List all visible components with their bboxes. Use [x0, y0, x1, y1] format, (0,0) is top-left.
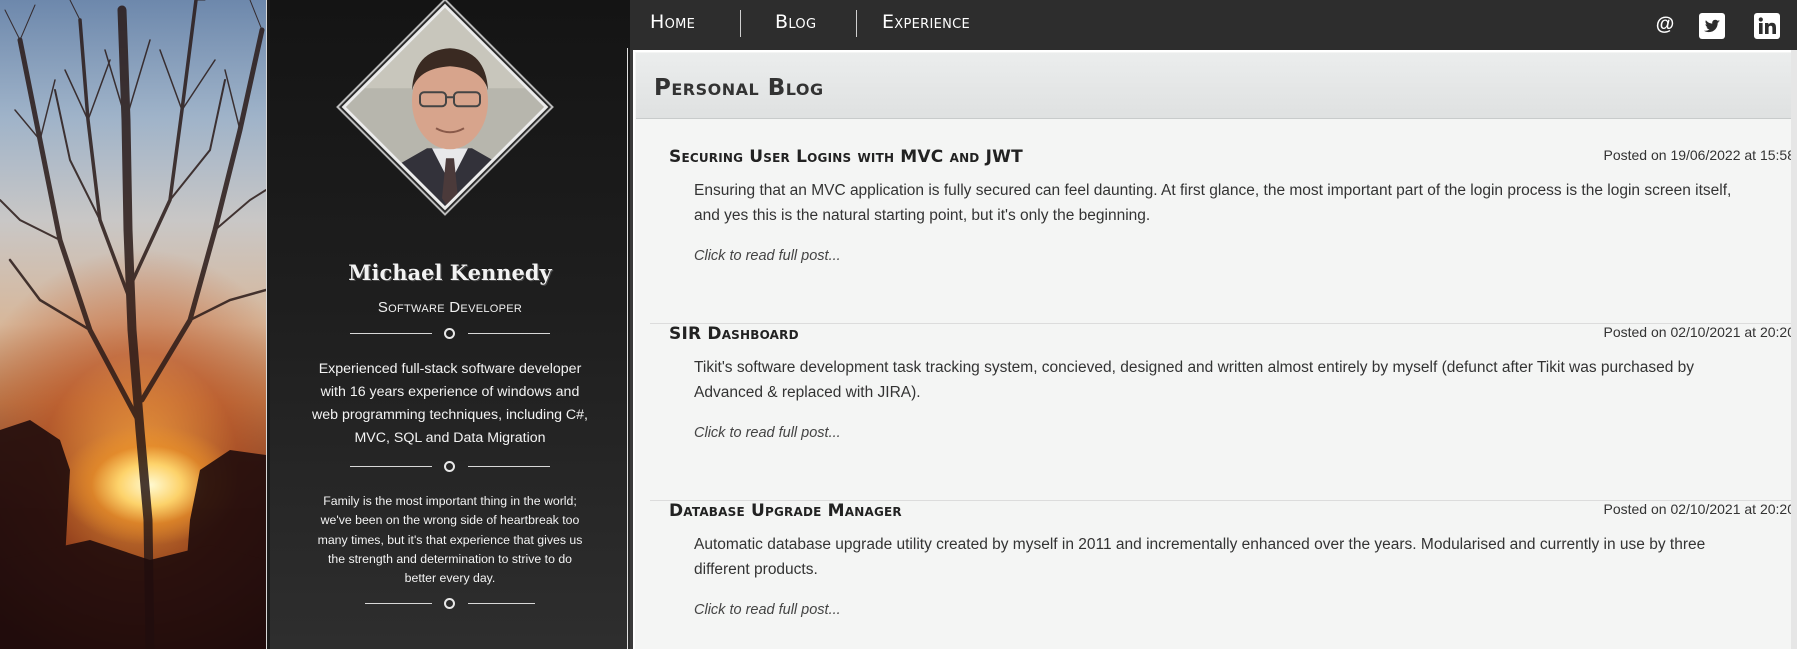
- blog-post[interactable]: Securing User Logins with MVC and JWT Po…: [650, 147, 1797, 324]
- profile-name: Michael Kennedy: [348, 260, 552, 285]
- avatar: [341, 3, 549, 211]
- nav-separator: [856, 10, 857, 37]
- top-nav: Home Blog Experience @: [630, 0, 1797, 50]
- post-summary: Automatic database upgrade utility creat…: [694, 536, 1706, 578]
- scrollbar[interactable]: [1791, 50, 1797, 649]
- blog-header: Personal Blog: [636, 53, 1794, 119]
- profile-bio: Experienced full-stack software develope…: [311, 361, 589, 446]
- nav-blog[interactable]: Blog: [775, 11, 816, 33]
- email-icon[interactable]: @: [1652, 12, 1678, 38]
- profile-role: Software Developer: [377, 299, 523, 316]
- blog-post[interactable]: SIR Dashboard Posted on 02/10/2021 at 20…: [650, 324, 1797, 501]
- nav-separator: [740, 10, 741, 37]
- profile-quote: Family is the most important thing in th…: [317, 494, 583, 586]
- post-summary: Ensuring that an MVC application is full…: [694, 182, 1732, 224]
- tree-silhouette: [0, 0, 266, 649]
- blog-title: Personal Blog: [654, 75, 824, 101]
- blog-panel: Personal Blog Securing User Logins with …: [627, 48, 1797, 649]
- divider: [270, 598, 630, 610]
- post-title[interactable]: SIR Dashboard: [669, 324, 799, 344]
- post-title[interactable]: Securing User Logins with MVC and JWT: [669, 147, 1023, 167]
- linkedin-icon[interactable]: [1754, 13, 1780, 39]
- post-date: Posted on 19/06/2022 at 15:58: [1603, 147, 1796, 163]
- post-date: Posted on 02/10/2021 at 20:20: [1603, 324, 1796, 340]
- read-more-link[interactable]: Click to read full post...: [694, 248, 841, 264]
- profile-photo: [341, 3, 549, 211]
- post-summary: Tikit's software development task tracki…: [694, 359, 1694, 401]
- twitter-icon[interactable]: [1699, 13, 1725, 39]
- nav-home[interactable]: Home: [650, 11, 695, 33]
- divider: [270, 461, 630, 473]
- sunset-tree-photo: [0, 0, 266, 649]
- post-date: Posted on 02/10/2021 at 20:20: [1603, 501, 1796, 517]
- nav-experience[interactable]: Experience: [882, 11, 970, 33]
- divider: [270, 328, 630, 340]
- blog-post[interactable]: Database Upgrade Manager Posted on 02/10…: [650, 501, 1797, 649]
- read-more-link[interactable]: Click to read full post...: [694, 602, 841, 618]
- post-title[interactable]: Database Upgrade Manager: [669, 501, 902, 521]
- read-more-link[interactable]: Click to read full post...: [694, 425, 841, 441]
- profile-sidebar: Michael Kennedy Software Developer Exper…: [270, 0, 630, 649]
